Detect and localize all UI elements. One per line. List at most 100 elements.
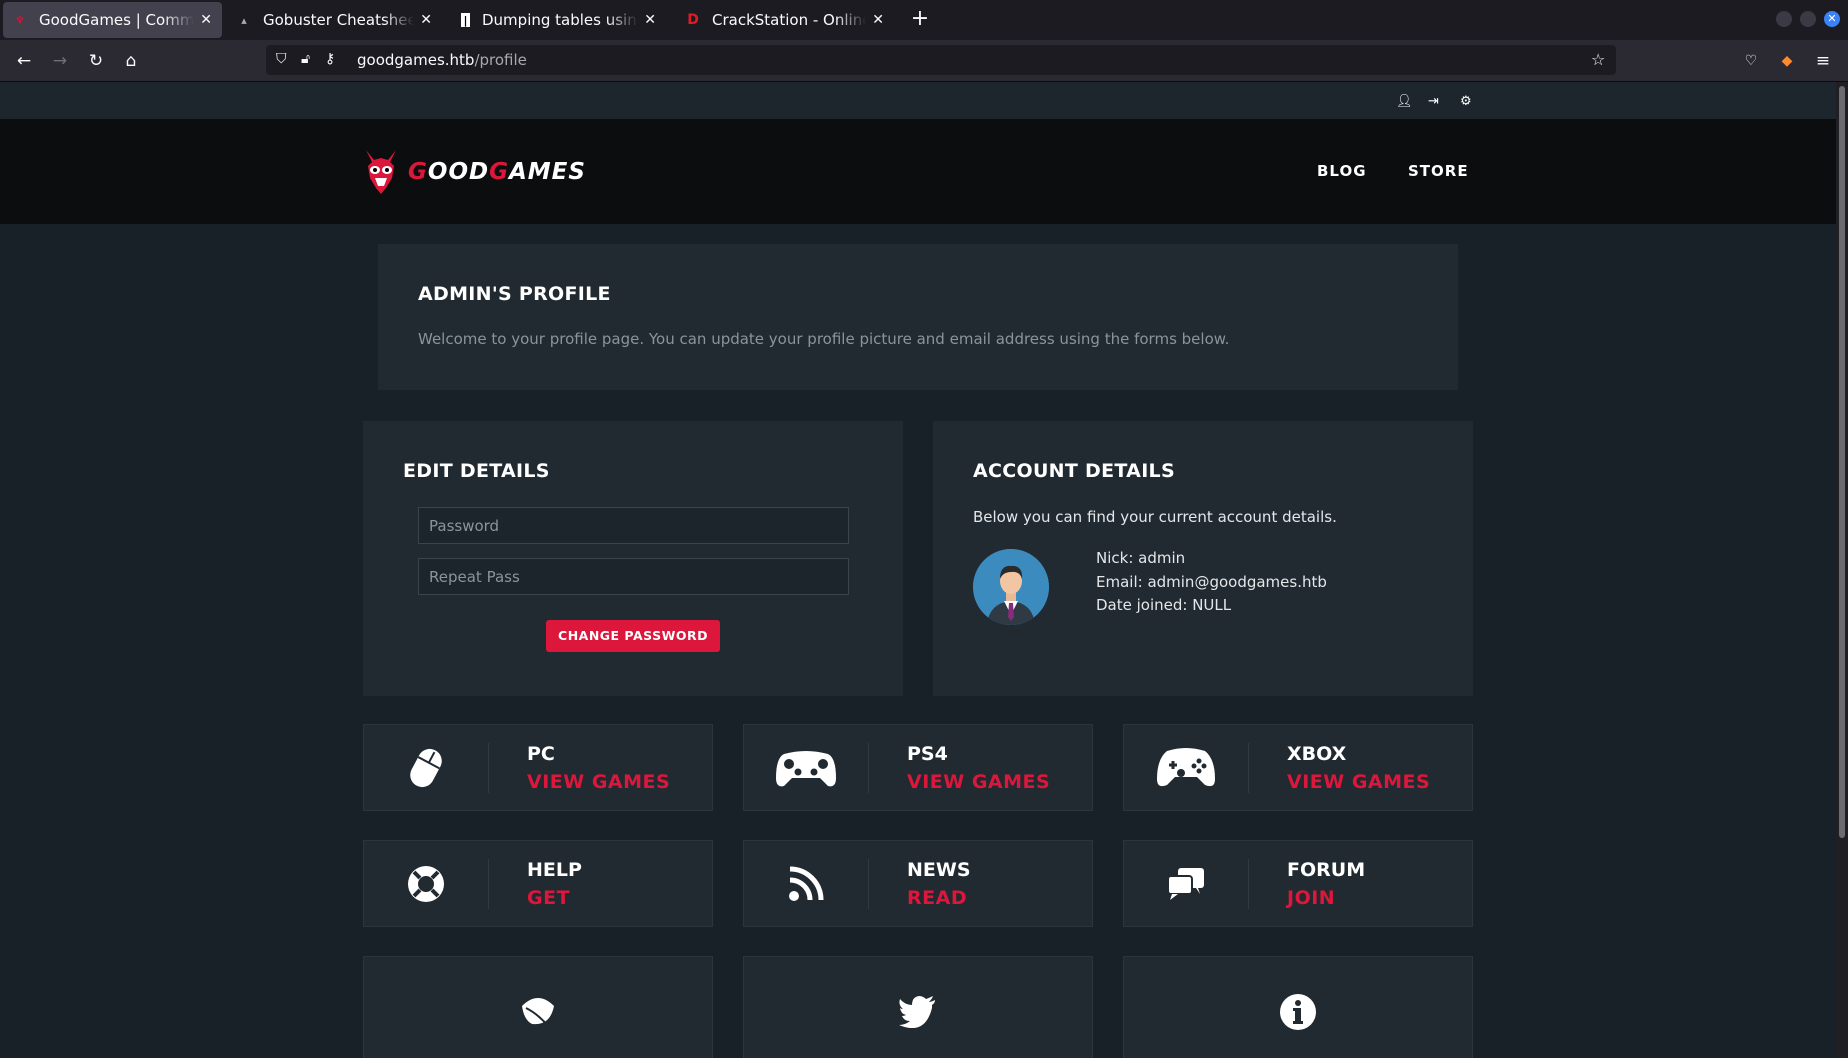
extension-fox-icon[interactable]: ◆ xyxy=(1774,48,1800,74)
shield-icon[interactable]: ⛉ xyxy=(276,51,287,67)
tile-action-link[interactable]: READ xyxy=(907,887,967,909)
tile-news[interactable]: NEWS READ xyxy=(743,840,1093,927)
pocket-icon[interactable]: ♡ xyxy=(1738,48,1764,74)
home-button[interactable]: ⌂ xyxy=(118,48,144,74)
new-tab-button[interactable]: + xyxy=(906,6,934,34)
repeat-password-field[interactable] xyxy=(418,558,849,595)
nav-store[interactable]: STORE xyxy=(1408,162,1469,180)
tab-title: GoodGames | Community xyxy=(39,11,195,29)
web-page: 👤︎ ⇥ ⚙ GOODGAMES BLOG STORE ADMIN'S PROF… xyxy=(0,82,1836,1058)
goodgames-favicon-icon: ♆ xyxy=(15,13,25,27)
devil-logo-icon xyxy=(366,150,396,194)
tile-label: PS4 xyxy=(907,743,948,765)
rss-icon xyxy=(744,841,868,926)
change-password-button[interactable]: CHANGE PASSWORD xyxy=(546,620,720,652)
bookmark-star-icon[interactable]: ☆ xyxy=(1591,50,1605,69)
info-icon xyxy=(1124,957,1472,1058)
gobuster-favicon-icon: ▴ xyxy=(241,13,247,27)
page-scrollbar[interactable] xyxy=(1836,82,1848,1058)
tile-action-link[interactable]: VIEW GAMES xyxy=(1287,771,1430,793)
page-title: ADMIN'S PROFILE xyxy=(418,283,611,305)
tile-xbox[interactable]: XBOX VIEW GAMES xyxy=(1123,724,1473,811)
nav-blog[interactable]: BLOG xyxy=(1317,162,1367,180)
password-field[interactable] xyxy=(418,507,849,544)
tab-dumping-tables[interactable]: | Dumping tables using sql ✕ xyxy=(451,2,666,38)
logo-text: GOODGAMES xyxy=(408,159,586,185)
medium-favicon-icon: | xyxy=(461,13,470,27)
reload-button[interactable]: ↻ xyxy=(83,48,109,74)
twitter-icon xyxy=(744,957,1092,1058)
leaf-icon xyxy=(364,957,712,1058)
xbox-controller-icon xyxy=(1124,725,1248,810)
crackstation-favicon-icon: D xyxy=(687,12,699,28)
gear-icon[interactable]: ⚙ xyxy=(1460,94,1472,109)
tab-gobuster[interactable]: ▴ Gobuster Cheatsheet – Gi ✕ xyxy=(227,2,442,38)
tile-ps4[interactable]: PS4 VIEW GAMES xyxy=(743,724,1093,811)
edit-details-title: EDIT DETAILS xyxy=(403,460,550,482)
tile-action-link[interactable]: VIEW GAMES xyxy=(907,771,1050,793)
tile-help[interactable]: HELP GET xyxy=(363,840,713,927)
tab-title: Gobuster Cheatsheet – Gi xyxy=(263,11,415,29)
tile-leaf[interactable] xyxy=(363,956,713,1058)
back-button[interactable]: ← xyxy=(11,48,37,74)
chat-bubbles-icon xyxy=(1124,841,1248,926)
tab-crackstation[interactable]: D CrackStation - Online Pas ✕ xyxy=(676,2,894,38)
browser-nav-bar: ← → ↻ ⌂ ⛉ 🔓︎ ⚷ goodgames.htb/profile ☆ ♡… xyxy=(0,40,1848,82)
account-details-title: ACCOUNT DETAILS xyxy=(973,460,1175,482)
tile-label: PC xyxy=(527,743,555,765)
minimize-button[interactable] xyxy=(1776,11,1792,27)
account-details-subtitle: Below you can find your current account … xyxy=(973,508,1337,526)
maximize-button[interactable] xyxy=(1800,11,1816,27)
url-bar[interactable]: ⛉ 🔓︎ ⚷ goodgames.htb/profile ☆ xyxy=(266,45,1616,75)
lock-insecure-icon[interactable]: 🔓︎ xyxy=(301,51,310,67)
tile-label: XBOX xyxy=(1287,743,1347,765)
tile-divider xyxy=(868,859,869,909)
tile-forum[interactable]: FORUM JOIN xyxy=(1123,840,1473,927)
mouse-icon xyxy=(364,725,488,810)
close-window-button[interactable]: ✕ xyxy=(1824,11,1840,27)
tile-label: HELP xyxy=(527,859,582,881)
tile-action-link[interactable]: JOIN xyxy=(1287,887,1335,909)
edit-details-card: EDIT DETAILS CHANGE PASSWORD xyxy=(363,421,903,696)
tile-twitter[interactable] xyxy=(743,956,1093,1058)
tile-label: NEWS xyxy=(907,859,971,881)
tile-divider xyxy=(488,743,489,793)
user-icon[interactable]: 👤︎ xyxy=(1396,94,1413,109)
tile-divider xyxy=(1248,859,1249,909)
account-info: Nick: admin Email: admin@goodgames.htb D… xyxy=(1096,547,1327,618)
ps4-controller-icon xyxy=(744,725,868,810)
menu-hamburger-icon[interactable]: ≡ xyxy=(1810,48,1836,74)
browser-tab-bar: ♆ GoodGames | Community ✕ ▴ Gobuster Che… xyxy=(0,0,1848,40)
close-tab-icon[interactable]: ✕ xyxy=(200,12,212,28)
close-tab-icon[interactable]: ✕ xyxy=(644,12,656,28)
tile-action-link[interactable]: VIEW GAMES xyxy=(527,771,670,793)
businessman-avatar-icon xyxy=(973,549,1049,625)
profile-intro-text: Welcome to your profile page. You can up… xyxy=(418,330,1230,348)
email-value: Email: admin@goodgames.htb xyxy=(1096,572,1327,591)
logout-icon[interactable]: ⇥ xyxy=(1428,94,1439,109)
forward-button[interactable]: → xyxy=(47,48,73,74)
close-tab-icon[interactable]: ✕ xyxy=(872,12,884,28)
site-logo[interactable]: GOODGAMES xyxy=(362,147,586,197)
date-joined-value: Date joined: NULL xyxy=(1096,596,1232,614)
tile-divider xyxy=(868,743,869,793)
tile-label: FORUM xyxy=(1287,859,1366,881)
close-tab-icon[interactable]: ✕ xyxy=(420,12,432,28)
top-strip: 👤︎ ⇥ ⚙ xyxy=(0,82,1836,119)
profile-intro-card: ADMIN'S PROFILE Welcome to your profile … xyxy=(378,244,1458,390)
tile-action-link[interactable]: GET xyxy=(527,887,570,909)
nick-value: Nick: admin xyxy=(1096,549,1186,567)
tab-title: Dumping tables using sql xyxy=(482,11,638,29)
tab-goodgames[interactable]: ♆ GoodGames | Community ✕ xyxy=(3,2,222,38)
tile-divider xyxy=(1248,743,1249,793)
tile-pc[interactable]: PC VIEW GAMES xyxy=(363,724,713,811)
url-text[interactable]: goodgames.htb/profile xyxy=(357,51,527,69)
tile-info[interactable] xyxy=(1123,956,1473,1058)
scrollbar-thumb[interactable] xyxy=(1839,86,1845,838)
lifebuoy-icon xyxy=(364,841,488,926)
tab-title: CrackStation - Online Pas xyxy=(712,11,866,29)
tile-divider xyxy=(488,859,489,909)
key-icon[interactable]: ⚷ xyxy=(325,51,335,67)
account-details-card: ACCOUNT DETAILS Below you can find your … xyxy=(933,421,1473,696)
avatar xyxy=(973,549,1049,625)
